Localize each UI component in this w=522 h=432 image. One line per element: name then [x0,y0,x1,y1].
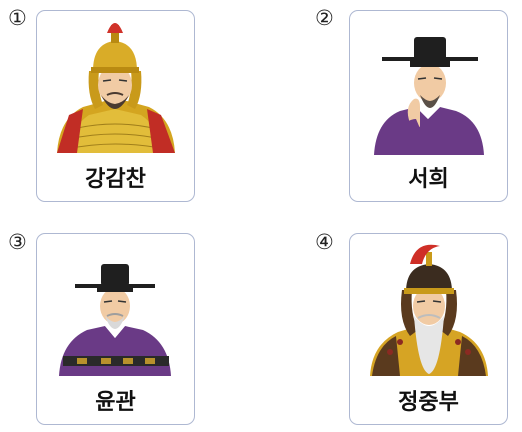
option-number: ④ [315,230,334,254]
portrait-card[interactable]: 윤관 [36,233,195,425]
option-2[interactable]: ② 서희 [261,0,522,216]
option-number: ② [315,6,334,30]
portrait-illustration [370,244,488,376]
portrait-card[interactable]: 정중부 [349,233,508,425]
portrait-illustration [59,264,171,376]
option-number: ③ [8,230,27,254]
portrait-card[interactable]: 서희 [349,10,508,202]
option-3[interactable]: ③ 윤관 [0,216,261,432]
name-label: 정중부 [398,390,459,415]
portrait-illustration [374,37,484,155]
name-label: 윤관 [95,390,136,415]
portrait-illustration [57,23,175,153]
option-1[interactable]: ① 강감찬 [0,0,261,216]
name-label: 강감찬 [85,167,146,192]
option-number: ① [8,6,27,30]
portrait-card[interactable]: 강감찬 [36,10,195,202]
option-4[interactable]: ④ 정중부 [261,216,522,432]
name-label: 서희 [408,167,449,192]
